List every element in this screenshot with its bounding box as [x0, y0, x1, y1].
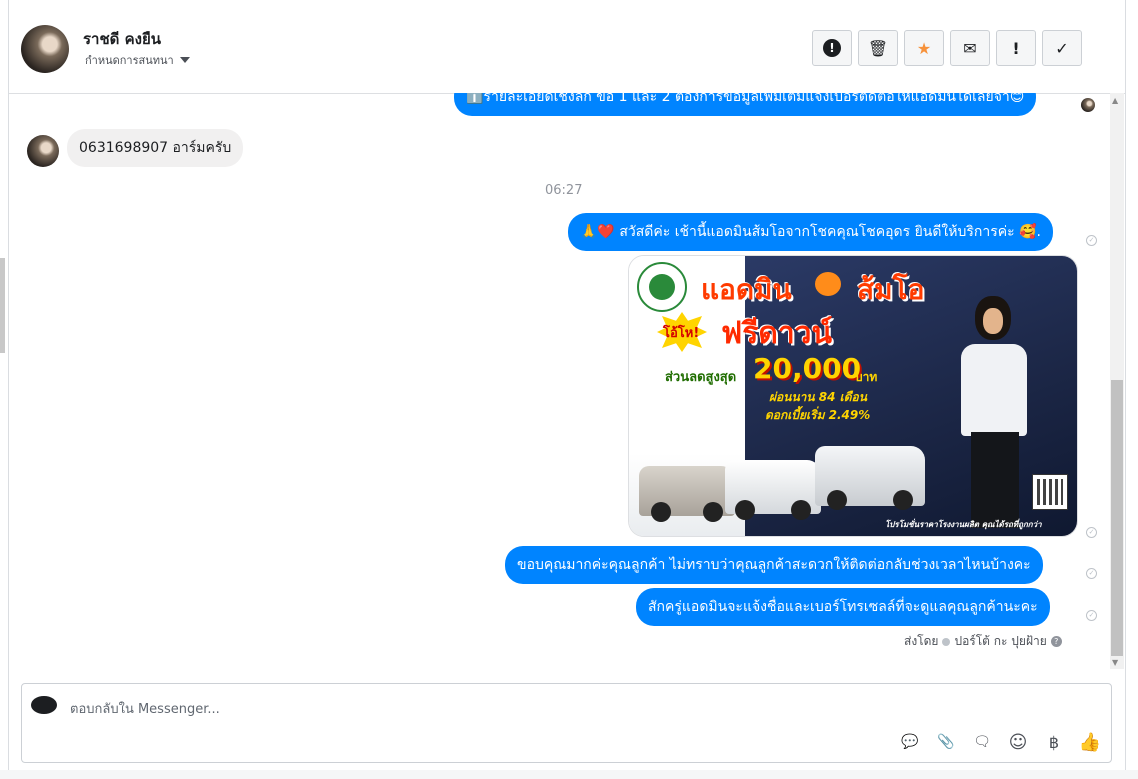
emoji-button[interactable]: ☺	[1008, 731, 1028, 753]
promo-interest: ดอกเบี้ยเริ่ม 2.49%	[765, 408, 871, 422]
star-icon: ★	[916, 38, 932, 58]
chat-button[interactable]: 🗨	[972, 732, 992, 752]
important-icon: !	[1012, 38, 1020, 58]
chat-icon: 🗨	[973, 734, 991, 750]
ad-title-left: แอดมิน	[701, 273, 792, 306]
conversation-header: ราชดี คงยืน กำหนดการสนทนา ! 🗑 ★ ✉ ! ✓	[9, 0, 1125, 94]
header-actions: ! 🗑 ★ ✉ ! ✓	[812, 30, 1082, 66]
sent-by-info: ส่งโดย ปอร์โต้ กะ ปุยฝ้าย ?	[904, 632, 1062, 651]
message-incoming: 0631698907 อาร์มครับ	[67, 129, 244, 167]
message-outgoing: ขอบคุณมากค่ะคุณลูกค้า ไม่ทราบว่าคุณลูกค้…	[505, 546, 1043, 584]
timestamp: 06:27	[545, 183, 583, 198]
discount-value: 20,000	[753, 352, 862, 385]
help-icon[interactable]: ?	[1050, 636, 1062, 647]
car-sedan	[639, 466, 735, 522]
done-icon: ✓	[1055, 38, 1069, 58]
image-message[interactable]: แอดมิน ส้มโอ โอ้โห! ฟรีดาวน์ ส่วนลดสูงสุ…	[628, 255, 1078, 537]
orange-icon	[815, 272, 841, 296]
contact-name[interactable]: ราชดี คงยืน	[83, 27, 161, 51]
sent-by-name[interactable]: ปอร์โต้ กะ ปุยฝ้าย	[954, 632, 1046, 651]
avatar[interactable]	[21, 25, 69, 73]
payment-icon: ฿	[1048, 732, 1060, 752]
star-button[interactable]: ★	[904, 30, 944, 66]
qr-code	[1032, 474, 1068, 510]
saved-reply-button[interactable]: 💬	[900, 732, 920, 752]
attachment-icon: 📎	[937, 734, 955, 750]
scroll-up-icon[interactable]: ▲	[1112, 96, 1118, 105]
delete-button[interactable]: 🗑	[858, 30, 898, 66]
sent-check-icon: ✓	[1086, 527, 1097, 538]
free-down-text: ฟรีดาวน์	[721, 316, 833, 351]
sent-by-label: ส่งโดย	[904, 634, 939, 648]
sent-check-icon: ✓	[1086, 610, 1097, 621]
discount-unit: บาท	[855, 370, 878, 384]
left-edge-scroll	[0, 258, 5, 353]
seen-avatar	[1081, 98, 1095, 112]
follow-up-button[interactable]: !	[996, 30, 1036, 66]
car-pickup	[725, 460, 821, 520]
dealer-logo	[637, 262, 687, 312]
sent-check-icon: ✓	[1086, 568, 1097, 579]
attach-button[interactable]: 📎	[936, 732, 956, 752]
presenter-figure	[951, 296, 1041, 532]
sent-check-icon: ✓	[1086, 235, 1097, 246]
like-icon: 👍	[1078, 731, 1102, 753]
trash-icon: 🗑	[867, 38, 889, 58]
page-logo	[31, 696, 57, 714]
mark-spam-button[interactable]: !	[812, 30, 852, 66]
mail-icon: ✉	[963, 38, 977, 58]
payment-button[interactable]: ฿	[1044, 732, 1064, 752]
scrollbar-thumb[interactable]	[1111, 380, 1123, 656]
sender-avatar[interactable]	[27, 135, 59, 167]
saved-reply-icon: 💬	[901, 734, 919, 750]
composer-tools: 💬 📎 🗨 ☺ ฿ 👍	[900, 731, 1102, 753]
conversation-panel: ราชดี คงยืน กำหนดการสนทนา ! 🗑 ★ ✉ ! ✓ ℹ️…	[8, 0, 1126, 779]
burst-text: โอ้โห!	[663, 326, 700, 341]
caret-down-icon	[179, 57, 190, 63]
reply-input[interactable]: ตอบกลับใน Messenger...	[70, 698, 220, 719]
ad-footer: โปรโมชั่นราคาโรงงานผลิต คุณได้รถที่ถูกกว…	[885, 520, 1042, 529]
like-button[interactable]: 👍	[1078, 731, 1102, 753]
schedule-dropdown[interactable]: กำหนดการสนทนา	[85, 51, 190, 69]
spam-icon: !	[823, 39, 841, 57]
scroll-down-icon[interactable]: ▼	[1112, 658, 1118, 667]
reply-composer[interactable]: ตอบกลับใน Messenger... 💬 📎 🗨 ☺ ฿ 👍	[21, 683, 1112, 763]
message-outgoing: สักครู่แอดมินจะแจ้งชื่อและเบอร์โทรเซลล์ท…	[636, 588, 1050, 626]
promo-installment: ผ่อนนาน 84 เดือน	[769, 390, 867, 404]
ad-title-right: ส้มโอ	[857, 273, 925, 306]
discount-label: ส่วนลดสูงสุด	[665, 370, 737, 385]
mark-done-button[interactable]: ✓	[1042, 30, 1082, 66]
bottom-strip	[0, 770, 1138, 779]
mark-unread-button[interactable]: ✉	[950, 30, 990, 66]
message-outgoing: 🙏❤️ สวัสดีค่ะ เช้านี้แอดมินส้มโอจากโชคคุ…	[568, 213, 1053, 251]
sent-by-check-icon	[942, 637, 951, 646]
schedule-label: กำหนดการสนทนา	[85, 54, 174, 67]
emoji-icon: ☺	[1008, 731, 1028, 753]
car-pickup-cage	[815, 446, 925, 510]
